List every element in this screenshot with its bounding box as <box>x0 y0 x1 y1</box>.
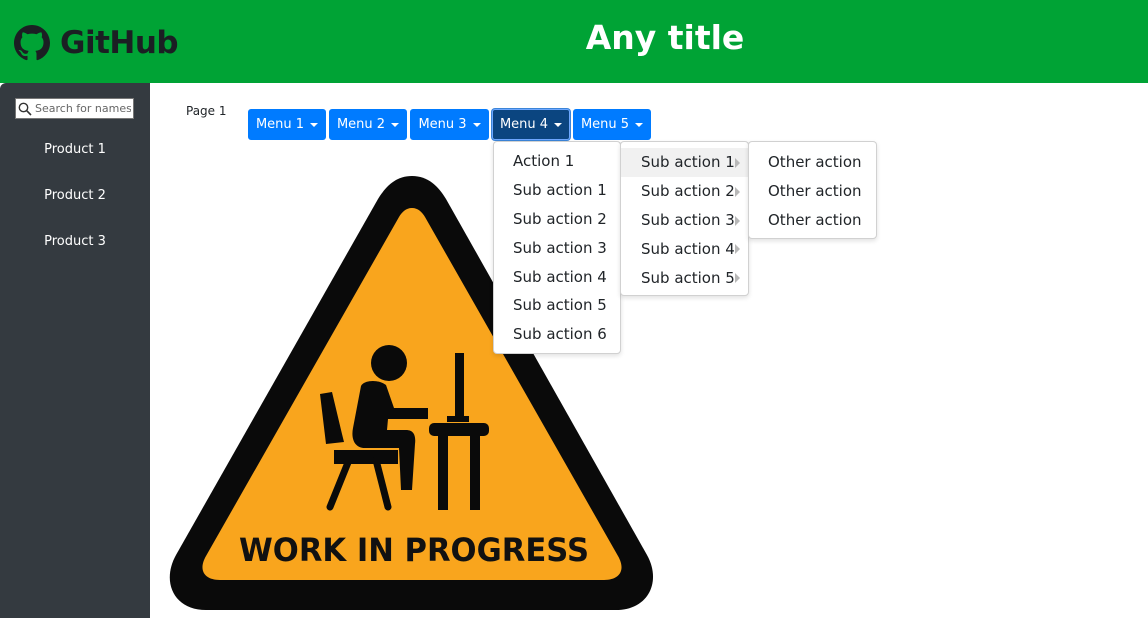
menu-3-button[interactable]: Menu 3 <box>410 109 489 140</box>
submenu-2-item-other-action-2[interactable]: Other action <box>749 177 876 206</box>
caret-right-icon <box>735 186 740 197</box>
menu-5-button[interactable]: Menu 5 <box>573 109 651 140</box>
caret-down-icon <box>310 123 319 127</box>
caret-down-icon <box>554 123 563 127</box>
submenu-item-label: Sub action 5 <box>641 268 735 287</box>
submenu-item-sub-action-1[interactable]: Sub action 1 <box>621 148 748 177</box>
submenu-item-label: Sub action 1 <box>641 153 735 172</box>
dropdown-item-sub-action-1[interactable]: Sub action 1 <box>494 176 620 205</box>
submenu-item-sub-action-2[interactable]: Sub action 2 <box>621 177 748 206</box>
dropdown-item-sub-action-3[interactable]: Sub action 3 <box>494 233 620 262</box>
github-octocat-icon <box>14 25 50 61</box>
menu-4-dropdown: Action 1 Sub action 1 Sub action 2 Sub a… <box>493 141 621 354</box>
github-logo[interactable]: GitHub <box>10 25 179 61</box>
menu-1-button[interactable]: Menu 1 <box>248 109 326 140</box>
search-icon <box>18 102 32 116</box>
menu-label: Menu 2 <box>336 117 386 132</box>
caret-down-icon <box>391 123 400 127</box>
caret-down-icon <box>472 123 481 127</box>
sidebar-item-product-1[interactable]: Product 1 <box>0 142 150 157</box>
submenu-item-sub-action-5[interactable]: Sub action 5 <box>621 263 748 292</box>
search-box[interactable] <box>15 98 134 119</box>
header-bar: GitHub Any title <box>0 0 1148 83</box>
caret-down-icon <box>635 123 644 127</box>
menu-label: Menu 4 <box>499 117 549 132</box>
submenu-item-label: Sub action 3 <box>641 210 735 229</box>
submenu-2-item-other-action-3[interactable]: Other action <box>749 206 876 235</box>
dropdown-item-sub-action-5[interactable]: Sub action 5 <box>494 291 620 320</box>
dropdown-item-action-1[interactable]: Action 1 <box>494 147 620 176</box>
dropdown-item-sub-action-6[interactable]: Sub action 6 <box>494 320 620 349</box>
submenu-item-sub-action-3[interactable]: Sub action 3 <box>621 206 748 235</box>
caret-right-icon <box>735 273 740 284</box>
wip-sign-text: WORK IN PROGRESS <box>239 531 589 569</box>
submenu-item-label: Sub action 2 <box>641 182 735 201</box>
submenu-item-sub-action-4[interactable]: Sub action 4 <box>621 234 748 263</box>
sidebar-item-product-2[interactable]: Product 2 <box>0 188 150 203</box>
submenu-2-item-other-action-1[interactable]: Other action <box>749 148 876 177</box>
caret-right-icon <box>735 244 740 255</box>
menu-4-button[interactable]: Menu 4 <box>492 109 570 140</box>
menu-label: Menu 1 <box>255 117 305 132</box>
submenu-2-dropdown: Other action Other action Other action <box>748 141 877 239</box>
caret-right-icon <box>735 215 740 226</box>
caret-right-icon <box>735 158 740 168</box>
dropdown-item-sub-action-2[interactable]: Sub action 2 <box>494 205 620 234</box>
page-title: Any title <box>585 18 745 57</box>
sidebar-item-product-3[interactable]: Product 3 <box>0 234 150 249</box>
search-input[interactable] <box>35 102 131 115</box>
submenu-dropdown: Sub action 1 Sub action 2 Sub action 3 S… <box>620 141 749 296</box>
submenu-item-label: Sub action 4 <box>641 239 735 258</box>
logo-text: GitHub <box>60 25 179 61</box>
dropdown-item-sub-action-4[interactable]: Sub action 4 <box>494 262 620 291</box>
sidebar: Product 1 Product 2 Product 3 <box>0 83 150 618</box>
menu-label: Menu 3 <box>418 117 467 132</box>
menu-label: Menu 5 <box>580 117 630 132</box>
menu-2-button[interactable]: Menu 2 <box>329 109 407 140</box>
page-label: Page 1 <box>186 104 227 118</box>
